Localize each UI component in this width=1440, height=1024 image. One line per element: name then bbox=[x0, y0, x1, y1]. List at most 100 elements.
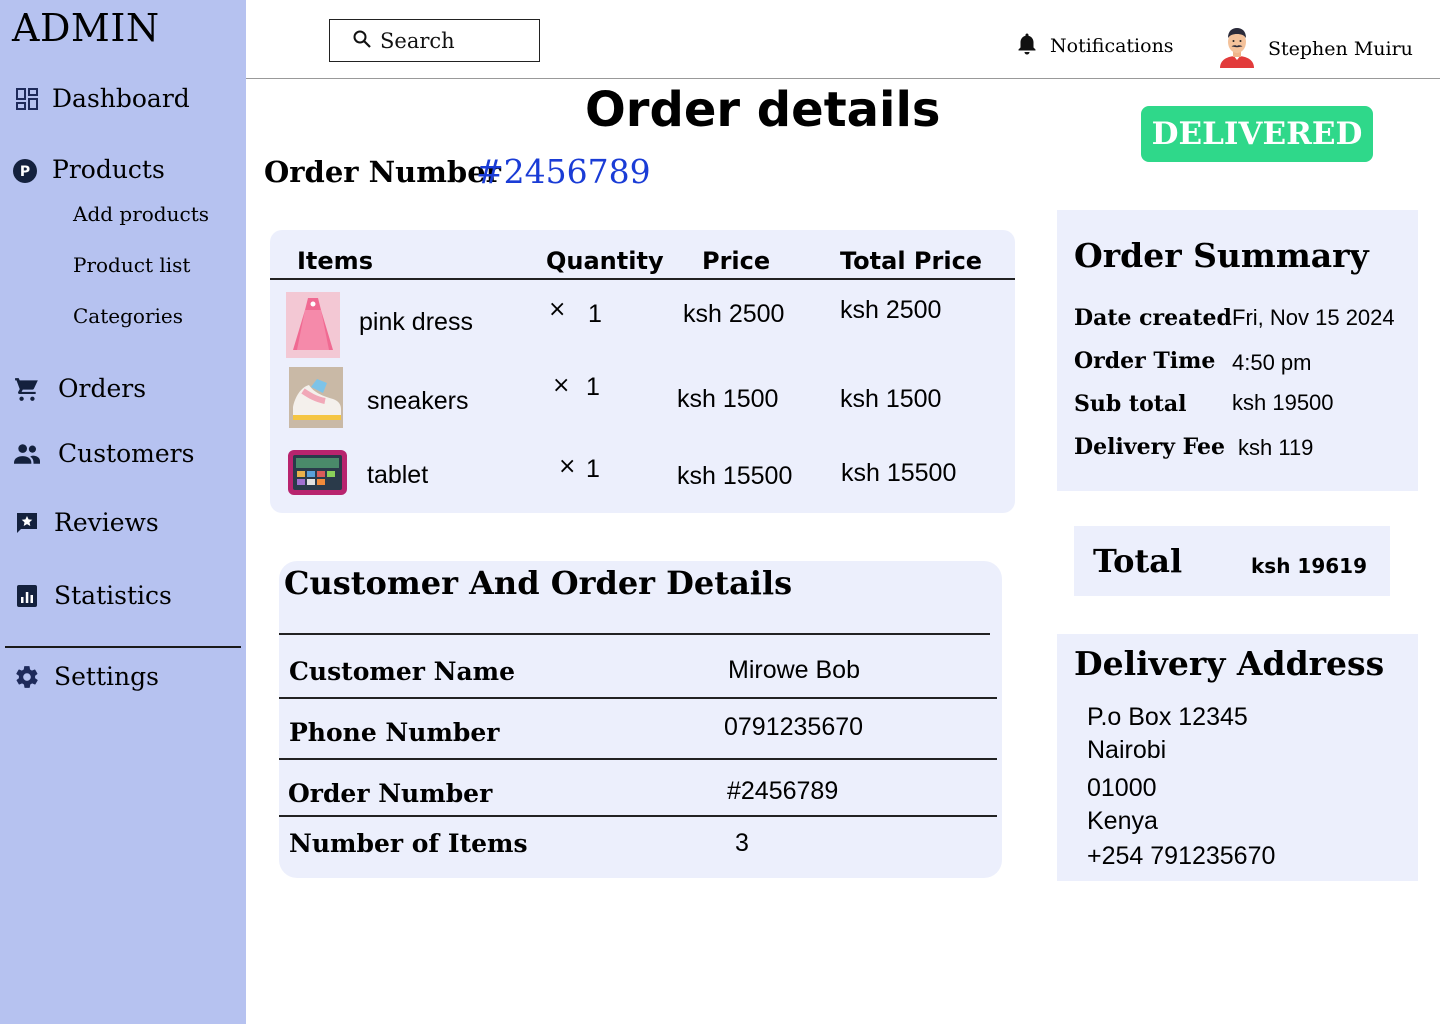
item-total: ksh 2500 bbox=[840, 296, 942, 324]
sidebar-item-customers[interactable]: Customers bbox=[14, 439, 194, 468]
summary-value: ksh 119 bbox=[1238, 435, 1314, 460]
detail-key: Number of Items bbox=[289, 829, 528, 858]
section-title: Delivery Address bbox=[1074, 644, 1385, 683]
summary-key: Delivery Fee bbox=[1074, 434, 1226, 460]
search-placeholder: Search bbox=[380, 28, 455, 53]
summary-key: Date created bbox=[1074, 305, 1232, 331]
item-quantity: 1 bbox=[586, 455, 600, 483]
order-total: Total ksh 19619 bbox=[1074, 526, 1390, 596]
order-number-label: Order Number bbox=[264, 155, 501, 189]
times-symbol: × bbox=[552, 373, 571, 398]
sidebar-item-label: Dashboard bbox=[52, 84, 190, 113]
sidebar-subitem-categories[interactable]: Categories bbox=[73, 304, 183, 328]
bell-icon bbox=[1016, 32, 1038, 60]
page-title: Order details bbox=[585, 82, 941, 138]
notifications-label: Notifications bbox=[1050, 35, 1174, 57]
sidebar-item-settings[interactable]: Settings bbox=[14, 662, 159, 691]
avatar bbox=[1218, 26, 1256, 72]
topbar-divider bbox=[246, 78, 1440, 79]
delivery-address: Delivery Address P.o Box 12345 Nairobi 0… bbox=[1057, 634, 1418, 881]
customer-order-details: Customer And Order Details Customer Name… bbox=[279, 561, 1002, 878]
sidebar-item-products[interactable]: P Products bbox=[12, 155, 165, 184]
address-line: Kenya bbox=[1087, 807, 1158, 835]
detail-value: #2456789 bbox=[727, 777, 839, 805]
summary-key: Order Time bbox=[1074, 348, 1216, 374]
section-title: Order Summary bbox=[1074, 236, 1369, 275]
item-name: sneakers bbox=[367, 387, 469, 415]
status-badge: DELIVERED bbox=[1141, 106, 1373, 162]
detail-value: 3 bbox=[735, 829, 749, 857]
brand-title: ADMIN bbox=[12, 6, 160, 50]
sidebar-item-label: Orders bbox=[58, 374, 147, 403]
tablet-image bbox=[287, 449, 348, 496]
column-header-items: Items bbox=[297, 247, 373, 275]
total-value: ksh 19619 bbox=[1251, 554, 1367, 578]
svg-text:P: P bbox=[20, 164, 30, 180]
sidebar-item-reviews[interactable]: Reviews bbox=[14, 508, 159, 537]
item-total: ksh 1500 bbox=[840, 385, 942, 413]
item-quantity: 1 bbox=[586, 373, 600, 401]
sidebar-item-label: Products bbox=[52, 155, 165, 184]
address-line: Nairobi bbox=[1087, 736, 1167, 764]
address-line: P.o Box 12345 bbox=[1087, 703, 1248, 731]
detail-key: Order Number bbox=[288, 779, 493, 808]
sidebar-subitem-add-products[interactable]: Add products bbox=[73, 202, 209, 226]
times-symbol: × bbox=[558, 454, 577, 479]
order-summary: Order Summary Date created Fri, Nov 15 2… bbox=[1057, 210, 1418, 491]
item-name: pink dress bbox=[359, 308, 473, 336]
search-icon bbox=[352, 29, 372, 53]
sidebar-item-label: Reviews bbox=[54, 508, 159, 537]
search-input[interactable]: Search bbox=[329, 19, 540, 62]
item-price: ksh 15500 bbox=[677, 462, 793, 490]
divider bbox=[279, 758, 997, 760]
notifications-button[interactable]: Notifications bbox=[1016, 32, 1174, 60]
total-label: Total bbox=[1093, 542, 1183, 580]
sidebar-item-label: Customers bbox=[58, 439, 195, 468]
column-header-quantity: Quantity bbox=[546, 247, 664, 275]
order-items-table: Items Quantity Price Total Price pink dr… bbox=[270, 230, 1015, 513]
statistics-icon bbox=[14, 583, 40, 609]
divider bbox=[279, 633, 990, 635]
sidebar-subitem-product-list[interactable]: Product list bbox=[73, 253, 190, 277]
cart-icon bbox=[14, 376, 40, 402]
sidebar-item-orders[interactable]: Orders bbox=[14, 374, 146, 403]
dashboard-icon bbox=[14, 86, 40, 112]
divider bbox=[279, 697, 997, 699]
sidebar-divider bbox=[5, 646, 241, 648]
detail-key: Phone Number bbox=[289, 718, 500, 747]
item-price: ksh 1500 bbox=[677, 385, 779, 413]
sidebar-item-label: Settings bbox=[54, 662, 159, 691]
user-name: Stephen Muiru bbox=[1268, 38, 1413, 60]
sidebar: ADMIN Dashboard P Products Add products … bbox=[0, 0, 246, 1024]
column-header-total-price: Total Price bbox=[840, 247, 983, 275]
sneakers-image bbox=[289, 367, 343, 428]
summary-value: ksh 19500 bbox=[1232, 390, 1334, 415]
products-icon: P bbox=[12, 157, 38, 183]
detail-value: Mirowe Bob bbox=[728, 656, 860, 684]
section-title: Customer And Order Details bbox=[284, 564, 793, 602]
detail-key: Customer Name bbox=[289, 657, 516, 686]
sidebar-item-dashboard[interactable]: Dashboard bbox=[14, 84, 190, 113]
address-line: +254 791235670 bbox=[1087, 842, 1276, 870]
pink-dress-image bbox=[286, 292, 340, 358]
order-number-value: #2456789 bbox=[476, 152, 651, 191]
column-header-price: Price bbox=[702, 247, 771, 275]
item-price: ksh 2500 bbox=[683, 300, 785, 328]
sidebar-item-statistics[interactable]: Statistics bbox=[14, 581, 172, 610]
times-symbol: × bbox=[548, 297, 567, 322]
people-icon bbox=[14, 441, 40, 467]
summary-value: 4:50 pm bbox=[1232, 350, 1312, 375]
sidebar-item-label: Statistics bbox=[54, 581, 172, 610]
summary-key: Sub total bbox=[1074, 391, 1187, 417]
summary-value: Fri, Nov 15 2024 bbox=[1232, 305, 1395, 330]
detail-value: 0791235670 bbox=[724, 713, 864, 741]
address-line: 01000 bbox=[1087, 774, 1157, 802]
item-name: tablet bbox=[367, 461, 429, 489]
item-total: ksh 15500 bbox=[841, 459, 957, 487]
user-menu[interactable]: Stephen Muiru bbox=[1218, 26, 1413, 72]
item-quantity: 1 bbox=[588, 300, 602, 328]
divider bbox=[279, 815, 997, 817]
gear-icon bbox=[14, 664, 40, 690]
table-header-divider bbox=[270, 278, 1015, 280]
reviews-icon bbox=[14, 510, 40, 536]
